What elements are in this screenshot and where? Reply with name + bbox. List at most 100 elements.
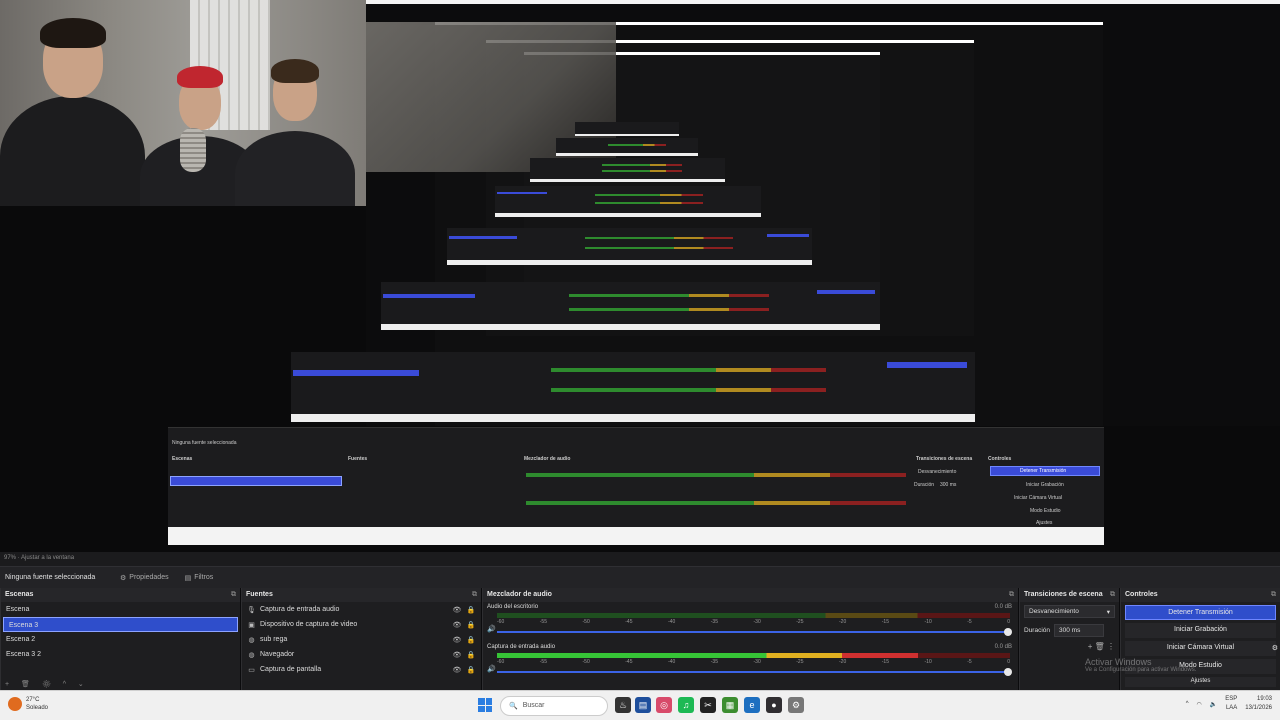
inner-transition-selected: Desvanecimiento — [918, 469, 957, 475]
scene-item[interactable]: Escena 2 — [1, 632, 240, 647]
preview-canvas[interactable]: Ninguna fuente seleccionada Escenas Fuen… — [0, 0, 1280, 552]
sources-title: Fuentes — [246, 591, 273, 598]
tick-label: -40 — [668, 659, 676, 665]
app-icon[interactable]: ◎ — [656, 697, 672, 713]
lock-icon[interactable]: 🔒 — [466, 666, 476, 674]
lock-icon[interactable]: 🔒 — [466, 636, 476, 644]
system-tray: ^ ◠ 🔈 ESP LAA 19:03 13/1/2026 — [1186, 695, 1272, 713]
dock-float-icon[interactable]: ⧉ — [1110, 591, 1115, 599]
minecraft-icon[interactable]: ▦ — [722, 697, 738, 713]
source-item[interactable]: 🎙 Captura de entrada audio 👁 🔒 — [242, 602, 481, 617]
properties-button[interactable]: ⚙ Propiedades — [114, 571, 175, 585]
clock[interactable]: 19:03 13/1/2026 — [1245, 695, 1272, 713]
duration-input[interactable]: 300 ms — [1054, 624, 1105, 637]
transition-select[interactable]: Desvanecimiento ▾ — [1024, 605, 1115, 618]
controls-dock: Controles ⧉ Detener Transmisión Iniciar G… — [1120, 588, 1280, 690]
monitor-icon: ▭ — [248, 666, 255, 674]
scene-item[interactable]: Escena — [1, 602, 240, 617]
volume-slider-knob[interactable] — [1004, 668, 1012, 676]
dock-float-icon[interactable]: ⧉ — [1271, 591, 1276, 599]
tick-label: -55 — [539, 659, 547, 665]
sources-dock: Fuentes ⧉ 🎙 Captura de entrada audio 👁 🔒 ▣ Di… — [241, 588, 481, 690]
tick-label: 0 — [1007, 659, 1010, 665]
lock-icon[interactable]: 🔒 — [466, 606, 476, 614]
volume-icon[interactable]: 🔈 — [1210, 701, 1217, 708]
filter-icon: ▤ — [184, 574, 192, 582]
obs-icon[interactable]: ● — [766, 697, 782, 713]
duration-row: Duración 300 ms — [1020, 621, 1119, 640]
tick-label: -35 — [710, 619, 718, 625]
source-item[interactable]: ◍ Navegador 👁 🔒 — [242, 647, 481, 662]
start-virtual-cam-button[interactable]: Iniciar Cámara Virtual ⚙ — [1125, 641, 1278, 656]
filters-button[interactable]: ▤ Filtros — [179, 571, 220, 585]
source-item[interactable]: ▭ Captura de pantalla 👁 🔒 — [242, 662, 481, 677]
file-explorer-icon[interactable]: ▤ — [635, 697, 651, 713]
speaker-icon[interactable]: 🔊 — [487, 665, 496, 673]
gear-icon[interactable]: ⚙ — [1272, 644, 1278, 652]
weather-widget[interactable]: 27°C Soleado — [8, 696, 48, 712]
stop-stream-button[interactable]: Detener Transmisión — [1125, 605, 1276, 620]
inner-no-selection: Ninguna fuente seleccionada — [172, 440, 237, 446]
wifi-icon[interactable]: ◠ — [1197, 701, 1202, 708]
scenes-toolbar[interactable]: + 🗑 ⚙ ^ ⌄ — [5, 680, 89, 688]
no-source-selected: Ninguna fuente seleccionada — [5, 574, 96, 581]
spotify-icon[interactable]: ♫ — [678, 697, 694, 713]
capcut-icon[interactable]: ✂ — [700, 697, 716, 713]
eye-icon[interactable]: 👁 — [452, 606, 462, 614]
scene-item-selected[interactable]: Escena 3 — [3, 617, 238, 632]
source-item[interactable]: ▣ Dispositivo de captura de video 👁 🔒 — [242, 617, 481, 632]
channel-name: Audio del escritorio — [487, 604, 539, 610]
settings-button[interactable]: Ajustes — [1125, 677, 1276, 687]
nested-ui-6 — [556, 138, 698, 156]
tick-label: -60 — [497, 619, 505, 625]
camera-icon: ▣ — [248, 621, 255, 629]
volume-slider[interactable] — [497, 628, 1012, 636]
lock-icon[interactable]: 🔒 — [466, 621, 476, 629]
lang-top: ESP — [1225, 696, 1238, 702]
meter-ticks: -60 -55 -50 -45 -40 -35 -30 -25 -20 -15 -10 -5 0 — [497, 659, 1010, 665]
globe-icon: ◍ — [248, 651, 255, 659]
meter-fill — [497, 653, 918, 658]
mixer-channel-mic: Captura de entrada audio 0.0 dB -60 -55 -5… — [483, 642, 1018, 682]
nested-ui-3 — [447, 228, 812, 265]
eye-icon[interactable]: 👁 — [452, 651, 462, 659]
lock-icon[interactable]: 🔒 — [466, 651, 476, 659]
eye-icon[interactable]: 👁 — [452, 666, 462, 674]
tick-label: -10 — [924, 659, 932, 665]
start-recording-button[interactable]: Iniciar Grabación — [1125, 623, 1276, 638]
speaker-icon[interactable]: 🔊 — [487, 625, 496, 633]
preview-zoom-status[interactable]: 97% · Ajustar a la ventana — [0, 552, 1280, 566]
language-indicator[interactable]: ESP LAA — [1225, 695, 1237, 713]
inner-scene-selected — [170, 476, 342, 486]
eye-icon[interactable]: 👁 — [452, 621, 462, 629]
source-item[interactable]: ◍ sub rega 👁 🔒 — [242, 632, 481, 647]
tick-label: -25 — [796, 619, 804, 625]
dock-float-icon[interactable]: ⧉ — [1009, 591, 1014, 599]
nested-ui-5 — [530, 158, 725, 182]
inner-mixer-title: Mezclador de audio — [524, 456, 571, 462]
nested-ui-1 — [291, 352, 975, 422]
person-right — [235, 59, 355, 206]
windows-start-icon[interactable] — [478, 698, 492, 712]
volume-slider[interactable] — [497, 668, 1012, 676]
chevron-up-icon[interactable]: ^ — [1186, 701, 1189, 707]
dock-float-icon[interactable]: ⧉ — [231, 591, 236, 599]
meter-ticks: -60 -55 -50 -45 -40 -35 -30 -25 -20 -15 -10 -5 0 — [497, 619, 1010, 625]
inner-meter-2 — [526, 501, 906, 505]
volume-slider-knob[interactable] — [1004, 628, 1012, 636]
virtual-cam-label: Iniciar Cámara Virtual — [1166, 644, 1235, 651]
edge-icon[interactable]: e — [744, 697, 760, 713]
inner-duration-label: Duración — [914, 482, 935, 488]
transition-toolbar[interactable]: + 🗑 ⋮ — [1020, 640, 1119, 653]
steam-icon[interactable]: ♨ — [615, 697, 631, 713]
eye-icon[interactable]: 👁 — [452, 636, 462, 644]
nested-ui-2 — [381, 282, 880, 330]
taskbar-search[interactable]: 🔍 Buscar — [500, 696, 608, 716]
inner-stop-stream-label: Detener Transmisión — [1020, 468, 1067, 474]
settings-icon[interactable]: ⚙ — [788, 697, 804, 713]
tick-label: -50 — [582, 659, 590, 665]
scene-item[interactable]: Escena 3 2 — [1, 647, 240, 662]
dock-float-icon[interactable]: ⧉ — [472, 591, 477, 599]
screen: { "status_line": "97% · Ajustar a la ven… — [0, 0, 1280, 720]
properties-button-label: Propiedades — [129, 574, 169, 581]
